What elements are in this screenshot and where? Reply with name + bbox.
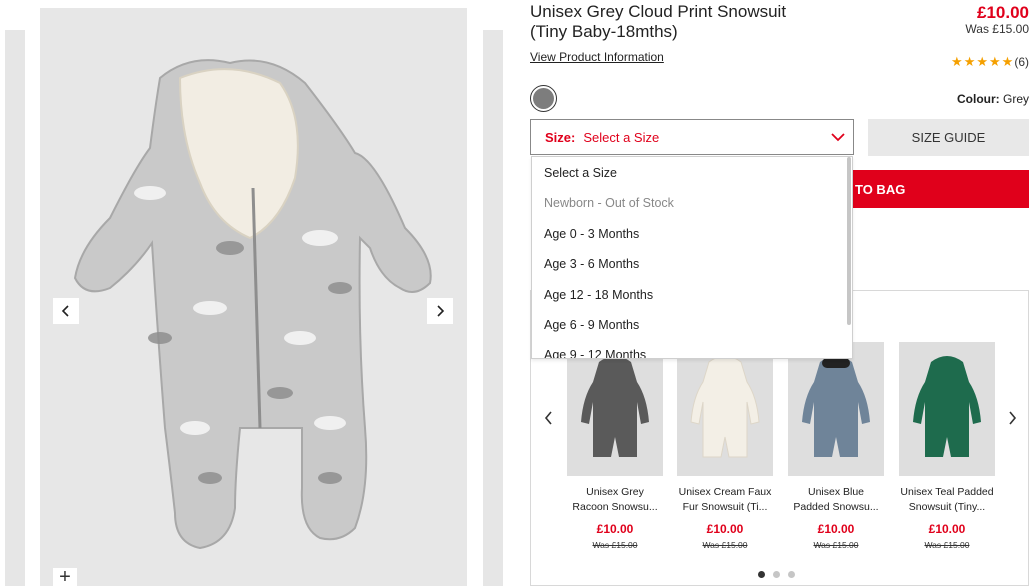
colour-label: Colour:	[956, 92, 1000, 106]
rec-product-was-price: Was £15.00	[924, 540, 970, 550]
was-price: Was £15.00	[965, 22, 1029, 36]
gallery-next-button[interactable]	[427, 298, 453, 324]
size-option[interactable]: Select a Size	[544, 166, 617, 180]
gallery-prev-button[interactable]	[53, 298, 79, 324]
rec-product-name: Padded Snowsu...	[793, 501, 879, 513]
size-option[interactable]: Age 9 - 12 Months	[544, 348, 646, 358]
rec-product-price: £10.00	[596, 522, 634, 536]
star-icon: ★	[1001, 54, 1014, 69]
colour-swatch-grey[interactable]	[530, 85, 557, 112]
product-title-line1: Unisex Grey Cloud Print Snowsuit	[530, 2, 787, 21]
product-title: Unisex Grey Cloud Print Snowsuit (Tiny B…	[530, 2, 860, 42]
product-title-line2: (Tiny Baby-18mths)	[530, 22, 678, 41]
size-label: Size:	[545, 129, 576, 145]
chevron-right-icon[interactable]	[1005, 411, 1019, 425]
dropdown-scrollbar[interactable]	[847, 157, 851, 325]
size-select[interactable]: Size: Select a Size	[530, 119, 854, 155]
star-icon: ★	[976, 54, 989, 69]
gallery-prev-image-strip[interactable]	[5, 30, 25, 586]
rec-product-was-price: Was £15.00	[592, 540, 638, 550]
chevron-right-icon	[437, 305, 445, 317]
size-dropdown-list[interactable]: Select a Size Newborn - Out of Stock Age…	[531, 156, 853, 359]
star-icon: ★	[989, 54, 1001, 69]
chevron-left-icon	[61, 305, 69, 317]
view-product-info-link[interactable]: View Product Information	[530, 50, 664, 64]
zoom-button[interactable]: +	[53, 567, 77, 587]
size-guide-button[interactable]: SIZE GUIDE	[868, 119, 1029, 156]
colour-display: Colour: Grey	[957, 92, 1029, 106]
rec-product-price: £10.00	[928, 522, 966, 536]
snowsuit-image	[73, 59, 432, 550]
rec-product-price: £10.00	[817, 522, 855, 536]
swatch-fill	[533, 88, 554, 109]
size-option: Newborn - Out of Stock	[544, 196, 674, 210]
rec-product-name: Fur Snowsuit (Ti...	[682, 501, 768, 513]
size-value: Select a Size	[583, 129, 660, 145]
carousel-dot[interactable]	[788, 571, 795, 578]
star-icon: ★	[963, 54, 976, 69]
add-to-bag-button[interactable]: TO BAG	[845, 170, 1029, 208]
rec-product-image[interactable]	[677, 342, 773, 476]
size-option[interactable]: Age 0 - 3 Months	[544, 227, 639, 241]
rec-product-was-price: Was £15.00	[702, 540, 748, 550]
rec-product-was-price: Was £15.00	[813, 540, 859, 550]
gallery-next-image-strip[interactable]	[483, 30, 503, 586]
rec-product-name: Racoon Snowsu...	[572, 501, 658, 513]
rec-product-card[interactable]: Unisex Teal Padded Snowsuit (Tiny... £10…	[899, 342, 995, 550]
colour-value: Grey	[1002, 92, 1029, 106]
add-to-bag-label: TO BAG	[855, 181, 906, 197]
product-price: £10.00	[977, 3, 1029, 22]
rec-product-card[interactable]: Unisex Blue Padded Snowsu... £10.00 Was …	[788, 342, 884, 550]
rating-stars[interactable]: ★ ★ ★ ★ ★ (6)	[951, 54, 1029, 70]
rec-product-card[interactable]: Unisex Cream Faux Fur Snowsuit (Ti... £1…	[677, 342, 773, 550]
size-option[interactable]: Age 3 - 6 Months	[544, 257, 639, 271]
chevron-left-icon[interactable]	[542, 411, 556, 425]
rec-product-name: Unisex Blue	[807, 486, 865, 498]
rec-product-name: Unisex Grey	[586, 486, 644, 498]
rec-product-card[interactable]: Unisex Grey Racoon Snowsu... £10.00 Was …	[567, 342, 663, 550]
product-main-image	[40, 8, 467, 586]
size-option[interactable]: Age 12 - 18 Months	[544, 288, 653, 302]
carousel-dot[interactable]	[758, 571, 765, 578]
size-option[interactable]: Age 6 - 9 Months	[544, 318, 639, 332]
rec-product-image[interactable]	[788, 342, 884, 476]
chevron-down-icon	[831, 133, 845, 142]
rec-product-image[interactable]	[567, 342, 663, 476]
rec-product-name: Snowsuit (Tiny...	[908, 501, 986, 513]
rec-product-image[interactable]	[899, 342, 995, 476]
star-icon: ★	[951, 54, 963, 69]
carousel-dot[interactable]	[773, 571, 780, 578]
rec-product-name: Unisex Teal Padded	[900, 486, 994, 498]
rec-product-price: £10.00	[706, 522, 744, 536]
carousel-dots	[758, 571, 795, 578]
review-count: (6)	[1014, 55, 1029, 69]
rec-product-name: Unisex Cream Faux	[678, 486, 772, 498]
